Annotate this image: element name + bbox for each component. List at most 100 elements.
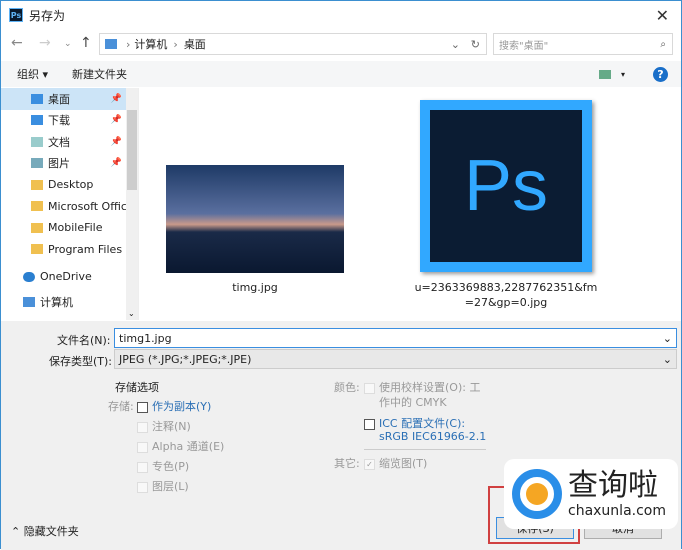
watermark-text: 查询啦 (568, 468, 658, 503)
refresh-icon[interactable]: ↻ (471, 38, 480, 51)
options-header: 存储选项 (115, 381, 159, 394)
proof-label-2: 作中的 CMYK (379, 396, 447, 409)
alpha-label: Alpha 通道(E) (152, 440, 225, 453)
save-label: 存储: (108, 400, 134, 413)
sidebar-item-label: 下载 (48, 114, 70, 128)
sidebar-item-pictures[interactable]: 图片 📌 (1, 153, 138, 175)
sidebar-item-computer[interactable]: 计算机 (1, 292, 138, 314)
folder-icon (31, 244, 43, 255)
filetype-label: 保存类型(T): (49, 355, 113, 368)
folder-icon (31, 179, 43, 190)
as-copy-label: 作为副本(Y) (152, 400, 212, 413)
document-icon (31, 136, 43, 147)
icc-checkbox[interactable]: ICC 配置文件(C): (364, 415, 465, 431)
forward-icon[interactable]: → (39, 35, 51, 51)
help-icon[interactable]: ? (653, 66, 668, 82)
sidebar-item-desktop[interactable]: 桌面 📌 (1, 88, 138, 110)
pin-icon: 📌 (110, 93, 122, 104)
notes-label: 注释(N) (152, 420, 191, 433)
computer-icon (105, 39, 117, 49)
photoshop-thumbnail: Ps (420, 100, 592, 272)
notes-checkbox: 注释(N) (137, 418, 191, 434)
proof-checkbox: 使用校样设置(O): 工 (364, 379, 480, 395)
sidebar-item-label: 计算机 (40, 296, 73, 310)
sidebar-item-label: 桌面 (48, 92, 70, 106)
title-bar: Ps 另存为 ✕ (1, 1, 681, 29)
chevron-down-icon[interactable]: ⌄ (663, 332, 672, 345)
up-icon[interactable]: ↑ (80, 35, 92, 51)
photoshop-icon: Ps (9, 8, 23, 22)
pin-icon: 📌 (110, 158, 122, 169)
toolbar: 组织 ▾ 新建文件夹 ▾ ? (1, 61, 681, 87)
sidebar-item-onedrive[interactable]: OneDrive (1, 266, 138, 288)
filename-label: 文件名(N): (57, 334, 111, 347)
recent-chevron-icon[interactable]: ⌄ (64, 39, 72, 49)
scrollbar-thumb[interactable] (127, 110, 137, 190)
view-icon[interactable] (599, 69, 611, 79)
breadcrumb-desktop[interactable]: 桌面 (184, 36, 206, 52)
search-placeholder: 搜索"桌面" (499, 40, 549, 52)
file-name: u=2363369883,2287762351&fm=27&gp=0.jpg (414, 281, 598, 309)
sidebar-scrollbar[interactable]: ⌄ (126, 88, 138, 320)
sidebar-item-label: 文档 (48, 135, 70, 149)
hide-folders-toggle[interactable]: ⌃ 隐藏文件夹 (11, 523, 79, 539)
sidebar-item-mobilefile[interactable]: MobileFile (1, 217, 138, 239)
spot-label: 专色(P) (152, 460, 190, 473)
color-label: 颜色: (334, 381, 360, 394)
sidebar-item-label: 图片 (48, 157, 70, 171)
watermark-logo: 查询啦 chaxunla.com (504, 459, 678, 529)
breadcrumb-computer[interactable]: 计算机 (134, 36, 167, 52)
thumbnail-checkbox: ✓ 缩览图(T) (364, 455, 427, 471)
pin-icon: 📌 (110, 136, 122, 147)
layers-checkbox: 图层(L) (137, 478, 189, 494)
folder-icon (31, 222, 43, 233)
download-icon (31, 115, 43, 126)
filetype-select[interactable]: JPEG (*.JPG;*.JPEG;*.JPE) ⌄ (114, 349, 677, 369)
sidebar-item-microsoft-office[interactable]: Microsoft Offic (1, 196, 138, 218)
as-copy-checkbox[interactable]: 作为副本(Y) (137, 398, 211, 414)
navigation-bar: ← → ⌄ ↑ › 计算机 › 桌面 ⌄ ↻ 搜索"桌面" ⌕ (1, 31, 681, 57)
sidebar-item-label: Desktop (48, 178, 94, 192)
sidebar-item-desktop-folder[interactable]: Desktop (1, 174, 138, 196)
desktop-icon (31, 93, 43, 104)
address-bar[interactable]: › 计算机 › 桌面 ⌄ ↻ (99, 33, 487, 55)
filetype-value: JPEG (*.JPG;*.JPEG;*.JPE) (119, 352, 252, 366)
back-icon[interactable]: ← (11, 35, 23, 51)
cloud-icon (23, 271, 35, 282)
sidebar-item-label: Microsoft Offic (48, 199, 127, 213)
close-icon[interactable]: ✕ (656, 6, 669, 25)
filename-value: timg1.jpg (119, 331, 172, 345)
navigation-pane: 桌面 📌 下载 📌 文档 📌 图片 📌 Desktop Microsoft Offic … (1, 88, 139, 320)
file-name: timg.jpg (232, 281, 278, 294)
sidebar-item-program-files[interactable]: Program Files (1, 239, 138, 261)
landscape-thumbnail (166, 165, 344, 273)
search-input[interactable]: 搜索"桌面" ⌕ (493, 33, 673, 55)
file-list: timg.jpg Ps u=2363369883,2287762351&fm=2… (141, 88, 681, 320)
new-folder-button[interactable]: 新建文件夹 (72, 66, 127, 82)
save-as-dialog: Ps 另存为 ✕ ← → ⌄ ↑ › 计算机 › 桌面 ⌄ ↻ 搜索"桌面" ⌕… (0, 0, 682, 550)
other-label: 其它: (334, 457, 360, 470)
hide-folders-label: 隐藏文件夹 (23, 525, 79, 538)
icc-label: ICC 配置文件(C): (379, 417, 466, 430)
spot-color-checkbox: 专色(P) (137, 458, 189, 474)
icc-profile-value: sRGB IEC61966-2.1 (379, 430, 487, 443)
search-icon: ⌕ (660, 38, 666, 50)
layers-label: 图层(L) (152, 480, 189, 493)
scroll-down-icon[interactable]: ⌄ (128, 309, 135, 318)
divider (364, 449, 486, 450)
sidebar-item-documents[interactable]: 文档 📌 (1, 131, 138, 153)
view-chevron-icon[interactable]: ▾ (621, 70, 625, 79)
chevron-down-icon: ⌄ (662, 352, 672, 366)
dialog-title: 另存为 (29, 8, 66, 23)
watermark-icon (512, 469, 562, 519)
folder-icon (31, 201, 43, 212)
organize-button[interactable]: 组织 ▾ (17, 66, 48, 82)
sidebar-item-downloads[interactable]: 下载 📌 (1, 110, 138, 132)
chevron-down-icon[interactable]: ⌄ (451, 38, 460, 51)
sidebar-item-label: OneDrive (40, 270, 92, 284)
sidebar-item-label: Program Files (48, 242, 123, 256)
filename-input[interactable]: timg1.jpg ⌄ (114, 328, 677, 348)
file-item[interactable]: Ps u=2363369883,2287762351&fm=27&gp=0.jp… (411, 100, 601, 310)
file-item[interactable]: timg.jpg (166, 165, 344, 294)
proof-label: 使用校样设置(O): 工 (379, 381, 481, 394)
